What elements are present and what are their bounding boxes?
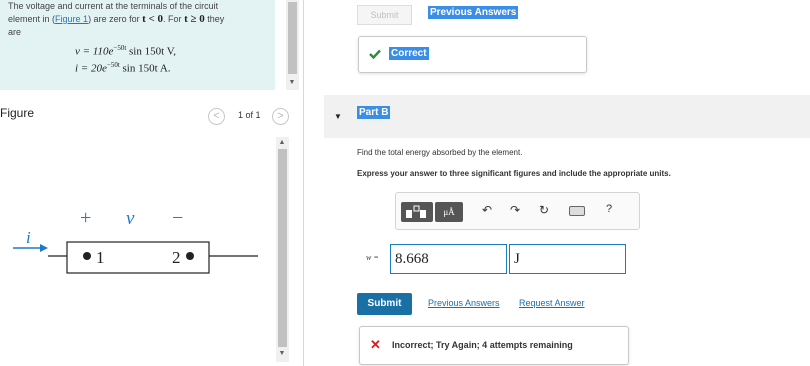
request-answer-link[interactable]: Request Answer	[519, 298, 585, 308]
checkmark-icon	[369, 49, 381, 59]
figure-title: Figure	[0, 106, 35, 120]
scroll-down-arrow-icon-2[interactable]: ▼	[277, 350, 287, 357]
answer-value-field[interactable]: 8.668	[390, 244, 507, 274]
caret-down-icon[interactable]: ▼	[334, 112, 342, 121]
minus-sign: −	[172, 207, 183, 229]
current-arrow-head	[40, 244, 48, 252]
problem-scrollbar-thumb[interactable]	[288, 2, 297, 74]
voltage-eq-exp: −50t	[113, 44, 127, 52]
submit-button[interactable]: Submit	[357, 293, 412, 315]
incorrect-feedback-box: ✕ Incorrect; Try Again; 4 attempts remai…	[359, 326, 629, 365]
prev-figure-button[interactable]: <	[208, 108, 225, 125]
scroll-down-arrow-icon[interactable]: ▼	[287, 79, 297, 86]
previous-answers-link[interactable]: Previous Answers	[428, 298, 500, 308]
part-b-instruction: Express your answer to three significant…	[357, 169, 671, 178]
problem-for: . For	[163, 14, 182, 24]
condition-t-negative: t < 0	[142, 13, 164, 25]
current-eq-rhs: sin 150t A.	[119, 62, 171, 75]
keyboard-icon[interactable]	[569, 206, 585, 216]
node-1-label: 1	[96, 248, 105, 267]
problem-scrollbar[interactable]: ▼	[286, 0, 299, 90]
correct-feedback-box: Correct	[358, 36, 587, 73]
undo-icon[interactable]: ↶	[482, 203, 492, 217]
part-b-question: Find the total energy absorbed by the el…	[357, 148, 523, 157]
part-a-submit-button[interactable]: Submit	[357, 5, 412, 25]
problem-line1: The voltage and current at the terminals…	[8, 1, 219, 11]
panel-divider	[303, 0, 304, 366]
node-2-label: 2	[172, 248, 181, 267]
current-eq-lhs: i = 20e	[75, 62, 107, 75]
part-a-previous-answers-link[interactable]: Previous Answers	[428, 6, 519, 19]
next-figure-button[interactable]: >	[272, 108, 289, 125]
incorrect-feedback-text: Incorrect; Try Again; 4 attempts remaini…	[392, 340, 573, 350]
voltage-eq-lhs: v = 110e	[75, 45, 114, 58]
figure-link[interactable]: Figure 1	[55, 14, 88, 24]
units-icon: μÅ	[443, 207, 455, 217]
voltage-label: v	[126, 208, 135, 229]
x-mark-icon: ✕	[370, 337, 381, 352]
current-eq-exp: −50t	[106, 61, 120, 69]
terminal-2-dot	[186, 252, 194, 260]
current-equation: i = 20e−50t sin 150t A.	[75, 61, 171, 75]
math-toolbar: μÅ ↶ ↷ ↻ ?	[395, 192, 640, 230]
current-label: i	[26, 228, 31, 247]
figure-scrollbar-thumb[interactable]	[278, 149, 287, 347]
figure-pager: 1 of 1	[238, 110, 261, 120]
voltage-equation: v = 110e−50t sin 150t V,	[75, 44, 176, 58]
reset-icon[interactable]: ↻	[539, 203, 549, 217]
problem-panel: The voltage and current at the terminals…	[0, 0, 275, 90]
problem-line2-pre: element in (	[8, 14, 56, 24]
help-icon[interactable]: ?	[606, 203, 612, 215]
scroll-up-arrow-icon[interactable]: ▲	[277, 139, 287, 146]
condition-t-nonneg: t ≥ 0	[184, 13, 205, 25]
templates-icon	[406, 205, 426, 218]
templates-button[interactable]	[401, 202, 433, 222]
chevron-left-icon: <	[213, 110, 220, 122]
voltage-eq-rhs: sin 150t V,	[126, 45, 177, 58]
answer-units-field[interactable]: J	[509, 244, 626, 274]
correct-label: Correct	[389, 47, 429, 60]
answer-variable-label: w =	[366, 253, 379, 262]
part-b-title: Part B	[357, 106, 391, 119]
part-b-header[interactable]: ▼ Part B	[324, 95, 810, 138]
problem-they: they	[207, 14, 225, 24]
redo-icon[interactable]: ↷	[510, 203, 520, 217]
plus-sign: +	[80, 207, 91, 229]
problem-line2-post: ) are zero for	[88, 14, 140, 24]
figure-scrollbar[interactable]: ▲ ▼	[276, 137, 289, 362]
problem-line3: are	[8, 27, 22, 37]
units-button[interactable]: μÅ	[435, 202, 463, 222]
circuit-figure: 1 2 i + v −	[13, 207, 258, 274]
chevron-right-icon: >	[277, 110, 284, 122]
terminal-1-dot	[83, 252, 91, 260]
problem-text: The voltage and current at the terminals…	[8, 0, 270, 39]
